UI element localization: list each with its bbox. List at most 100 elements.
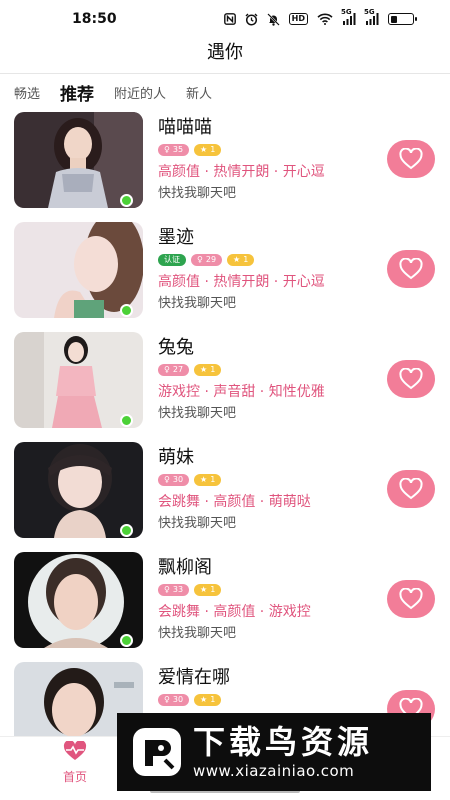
user-tags: 高颜值 · 热情开朗 · 开心逗 [158,164,325,180]
online-indicator [120,524,133,537]
watermark-banner: 下载鸟资源 www.xiazainiao.com [117,713,431,791]
user-intro: 快找我聊天吧 [158,186,237,201]
user-info: 喵喵喵 ♀ 35 ★ 1 高颜值 · 热情开朗 · 开心逗 快找我聊天吧 [158,116,378,203]
user-info: 爱情在哪 ♀ 30 ★ 1 [158,666,378,707]
bird-logo-icon [133,728,181,776]
age-badge: ♀ 27 [158,364,190,376]
like-button[interactable] [387,250,435,288]
user-badges: ♀ 33 ★ 1 [158,584,378,597]
female-icon: ♀ [164,475,170,484]
wifi-icon [317,13,333,25]
age-value: 33 [172,585,184,594]
star-icon: ★ [200,585,208,594]
header-divider [0,73,450,74]
level-badge: ★ 1 [227,254,255,266]
verified-badge: 认证 [158,254,186,266]
nfc-icon [223,13,236,25]
female-icon: ♀ [164,585,170,594]
female-icon: ♀ [164,365,170,374]
user-info: 飘柳阁 ♀ 33 ★ 1 会跳舞 · 高颜值 · 游戏控 快找我聊天吧 [158,556,378,643]
watermark-title: 下载鸟资源 [193,723,374,761]
star-icon: ★ [200,475,208,484]
user-name: 喵喵喵 [158,117,212,138]
user-intro: 快找我聊天吧 [158,626,237,641]
level-value: 1 [210,585,216,594]
like-button[interactable] [387,580,435,618]
watermark-url: www.xiazainiao.com [193,762,355,780]
nav-home-label: 首页 [62,770,87,784]
level-badge: ★ 1 [194,694,222,706]
user-name: 墨迹 [158,227,194,248]
user-info: 墨迹 认证 ♀ 29 ★ 1 高颜值 · 热情开朗 · 开心逗 快找我聊天吧 [158,226,378,313]
user-name: 兔兔 [158,337,194,358]
user-tags: 会跳舞 · 高颜值 · 游戏控 [158,604,311,620]
title-bar: 遇你 [0,38,450,72]
level-value: 1 [210,695,216,704]
star-icon: ★ [200,365,208,374]
signal-5g-label: 5G [364,8,375,16]
user-name: 飘柳阁 [158,557,212,578]
online-indicator [120,304,133,317]
user-card[interactable]: 兔兔 ♀ 27 ★ 1 游戏控 · 声音甜 · 知性优雅 快找我聊天吧 [0,330,450,440]
signal-5g-icon: 5G [341,8,356,25]
user-list: 喵喵喵 ♀35 ★1 高颜值 · 热情开朗 · 开心逗 快找我聊天吧 墨迹 [0,110,450,770]
age-badge: ♀ 33 [158,584,190,596]
level-badge: ★ 1 [194,474,222,486]
user-intro: 快找我聊天吧 [158,296,237,311]
user-card[interactable]: 飘柳阁 ♀ 33 ★ 1 会跳舞 · 高颜值 · 游戏控 快找我聊天吧 [0,550,450,660]
female-icon: ♀ [164,145,170,154]
age-value: 30 [172,695,184,704]
age-badge: ♀ 35 [158,144,190,156]
user-badges: ♀ 30 ★ 1 [158,474,378,487]
user-badges: ♀ 35 ★ 1 [158,144,378,157]
tab-nearby[interactable]: 附近的人 [114,84,166,106]
status-time: 18:50 [72,11,117,27]
signal-5g-label: 5G [341,8,352,16]
tab-newcomers[interactable]: 新人 [186,84,212,106]
level-badge: ★ 1 [194,364,222,376]
star-icon: ★ [200,145,208,154]
status-icons: HD 5G 5G [223,8,417,26]
page-title: 遇你 [207,42,243,63]
tab-changxuan[interactable]: 畅选 [14,84,40,106]
user-tags: 会跳舞 · 高颜值 · 萌萌哒 [158,494,311,510]
user-name: 萌妹 [158,447,194,468]
heart-icon [399,258,423,280]
nav-home[interactable]: 首页 [52,740,98,785]
heart-pulse-icon [63,740,87,760]
user-badges: ♀ 27 ★ 1 [158,364,378,377]
user-intro: 快找我聊天吧 [158,406,237,421]
user-badges: ♀ 30 ★ 1 [158,694,378,707]
user-card[interactable]: 喵喵喵 ♀ 35 ★ 1 高颜值 · 热情开朗 · 开心逗 快找我聊天吧 [0,110,450,220]
heart-icon [399,148,423,170]
level-value: 1 [210,475,216,484]
online-indicator [120,194,133,207]
user-tags: 高颜值 · 热情开朗 · 开心逗 [158,274,325,290]
age-value: 35 [172,145,184,154]
like-button[interactable] [387,360,435,398]
age-value: 27 [172,365,184,374]
like-button[interactable] [387,140,435,178]
age-badge: ♀ 30 [158,694,190,706]
heart-icon [399,588,423,610]
battery-icon [388,13,417,25]
level-value: 1 [243,255,249,264]
mute-icon [266,12,280,26]
tab-recommended[interactable]: 推荐 [60,84,94,106]
age-badge: ♀ 29 [191,254,223,266]
user-badges: 认证 ♀ 29 ★ 1 [158,254,378,267]
age-value: 30 [172,475,184,484]
signal-5g-icon: 5G [364,8,379,25]
female-icon: ♀ [164,695,170,704]
user-info: 萌妹 ♀ 30 ★ 1 会跳舞 · 高颜值 · 萌萌哒 快找我聊天吧 [158,446,378,533]
online-indicator [120,634,133,647]
star-icon: ★ [233,255,241,264]
female-icon: ♀ [197,255,203,264]
user-card[interactable]: 萌妹 ♀ 30 ★ 1 会跳舞 · 高颜值 · 萌萌哒 快找我聊天吧 [0,440,450,550]
level-value: 1 [210,145,216,154]
age-badge: ♀ 30 [158,474,190,486]
like-button[interactable] [387,470,435,508]
level-badge: ★ 1 [194,584,222,596]
level-value: 1 [210,365,216,374]
user-card[interactable]: 墨迹 认证 ♀ 29 ★ 1 高颜值 · 热情开朗 · 开心逗 快找我聊天吧 [0,220,450,330]
